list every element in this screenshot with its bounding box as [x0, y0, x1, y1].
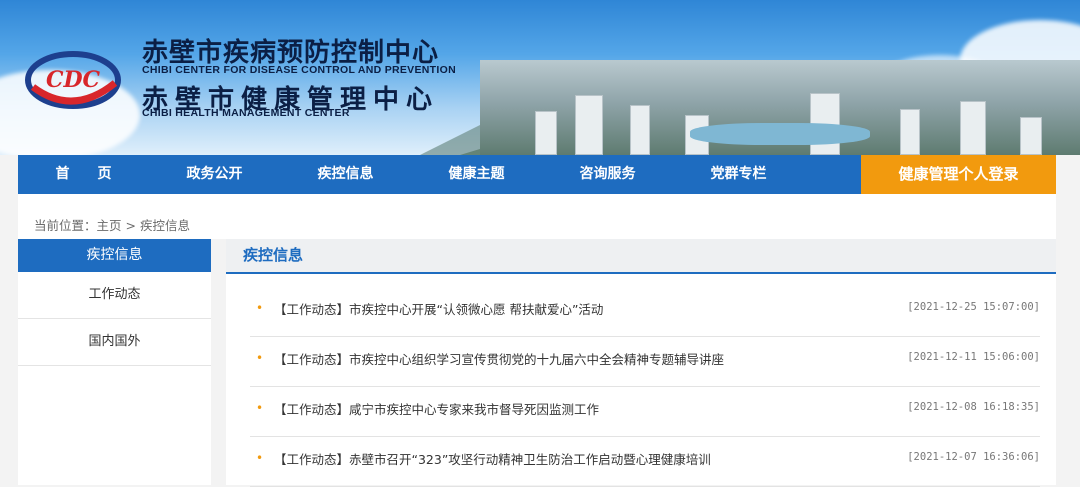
building-shape [535, 111, 557, 155]
article-list: • 【工作动态】市疾控中心开展“认领微心愿 帮扶献爱心”活动 [2021-12-… [250, 287, 1040, 487]
article-date: [2021-12-25 15:07:00] [907, 301, 1040, 313]
sidebar-item-work-news[interactable]: 工作动态 [18, 272, 211, 319]
breadcrumb: 当前位置：主页 > 疾控信息 [34, 215, 190, 234]
list-item: • 【工作动态】市疾控中心开展“认领微心愿 帮扶献爱心”活动 [2021-12-… [250, 287, 1040, 337]
nav-item-consulting[interactable]: 咨询服务 [542, 155, 673, 194]
nav-item-health-topics[interactable]: 健康主题 [411, 155, 542, 194]
building-shape [575, 95, 603, 155]
panel-heading: 疾控信息 [226, 239, 1056, 274]
breadcrumb-prefix: 当前位置： [34, 218, 97, 233]
sidebar: 疾控信息 工作动态 国内国外 [18, 239, 211, 485]
sidebar-item-domestic-international[interactable]: 国内国外 [18, 319, 211, 366]
nav-item-disease-control[interactable]: 疾控信息 [280, 155, 411, 194]
bullet-icon: • [256, 301, 264, 315]
main-nav: 首 页 政务公开 疾控信息 健康主题 咨询服务 党群专栏 健康管理个人登录 [18, 155, 1056, 194]
cdc-logo-icon: CDC [25, 51, 121, 109]
building-shape [1020, 117, 1042, 155]
breadcrumb-current: 疾控信息 [139, 218, 190, 233]
logo-text: CDC [46, 67, 101, 93]
bullet-icon: • [256, 451, 264, 465]
list-item: • 【工作动态】咸宁市疾控中心专家来我市督导死因监测工作 [2021-12-08… [250, 387, 1040, 437]
header-banner: CDC 赤壁市疾病预防控制中心 CHIBI CENTER FOR DISEASE… [0, 0, 1080, 155]
article-link[interactable]: 【工作动态】咸宁市疾控中心专家来我市督导死因监测工作 [274, 399, 599, 418]
article-date: [2021-12-08 16:18:35] [907, 401, 1040, 413]
article-date: [2021-12-11 15:06:00] [907, 351, 1040, 363]
site-subtitle-cdc: CHIBI CENTER FOR DISEASE CONTROL AND PRE… [142, 64, 456, 76]
river-decoration [690, 123, 870, 145]
site-subtitle-health: CHIBI HEALTH MANAGEMENT CENTER [142, 107, 350, 119]
nav-item-party-column[interactable]: 党群专栏 [673, 155, 804, 194]
building-shape [960, 101, 986, 155]
list-item: • 【工作动态】市疾控中心组织学习宣传贯彻党的十九届六中全会精神专题辅导讲座 [… [250, 337, 1040, 387]
article-list-panel: 疾控信息 • 【工作动态】市疾控中心开展“认领微心愿 帮扶献爱心”活动 [202… [226, 239, 1056, 487]
health-login-button[interactable]: 健康管理个人登录 [861, 155, 1056, 194]
article-link[interactable]: 【工作动态】赤壁市召开“323”攻坚行动精神卫生防治工作启动暨心理健康培训 [274, 449, 711, 468]
article-link[interactable]: 【工作动态】市疾控中心开展“认领微心愿 帮扶献爱心”活动 [274, 299, 603, 318]
breadcrumb-home-link[interactable]: 主页 [97, 218, 122, 233]
list-item: • 【工作动态】赤壁市召开“323”攻坚行动精神卫生防治工作启动暨心理健康培训 … [250, 437, 1040, 487]
article-date: [2021-12-07 16:36:06] [907, 451, 1040, 463]
bullet-icon: • [256, 351, 264, 365]
building-shape [900, 109, 920, 155]
breadcrumb-separator: > [125, 218, 136, 233]
bullet-icon: • [256, 401, 264, 415]
breadcrumb-bar: 当前位置：主页 > 疾控信息 [18, 194, 1056, 239]
sidebar-heading: 疾控信息 [18, 239, 211, 272]
nav-item-government-affairs[interactable]: 政务公开 [149, 155, 280, 194]
nav-item-home[interactable]: 首 页 [18, 155, 149, 194]
article-link[interactable]: 【工作动态】市疾控中心组织学习宣传贯彻党的十九届六中全会精神专题辅导讲座 [274, 349, 724, 368]
building-shape [630, 105, 650, 155]
